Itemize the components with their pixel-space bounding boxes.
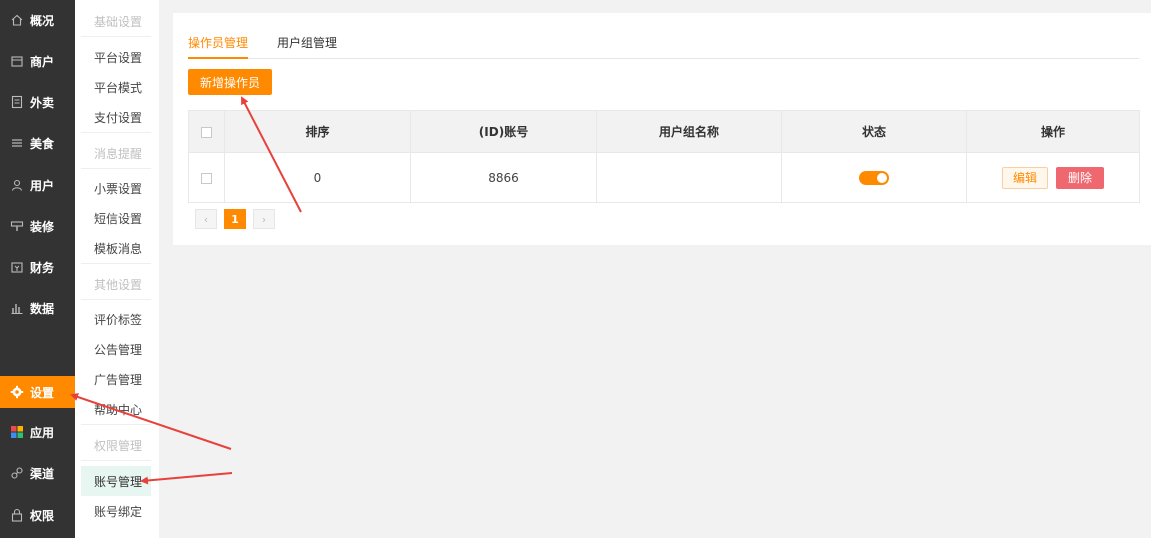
nav-item-label: 权限 (30, 508, 55, 523)
main-card: 操作员管理 用户组管理 新增操作员 排序 (ID)账号 用户组名称 状态 操作 … (173, 13, 1151, 245)
delete-button[interactable]: 删除 (1056, 166, 1104, 189)
home-icon (10, 13, 24, 27)
subnav-group-title: 其他设置 (94, 277, 143, 292)
wallet-icon (10, 260, 24, 274)
nav-item-permission[interactable]: 权限 (0, 499, 75, 531)
cell-status (781, 152, 967, 203)
cell-actions: 编辑 删除 (966, 152, 1140, 203)
subnav-item-announcement[interactable]: 公告管理 (81, 334, 151, 364)
subnav-item-platform-settings[interactable]: 平台设置 (81, 42, 151, 72)
nav-item-decorate[interactable]: 装修 (0, 210, 75, 242)
nav-item-user[interactable]: 用户 (0, 169, 75, 201)
status-toggle[interactable] (859, 170, 889, 185)
subnav-item-account-management[interactable]: 账号管理 (81, 466, 151, 496)
gear-icon (10, 385, 24, 399)
nav-item-overview[interactable]: 概况 (0, 4, 75, 36)
tab-bar: 操作员管理 用户组管理 (188, 32, 1139, 59)
subnav-group-title: 消息提醒 (94, 146, 143, 161)
divider (81, 299, 151, 300)
next-page-button[interactable]: › (253, 209, 275, 229)
main-nav: 概况 商户 外卖 美食 用户 装修 财务 数据 设置 应用 渠道 权限 (0, 0, 75, 538)
document-icon (10, 95, 24, 109)
nav-item-settings[interactable]: 设置 (0, 376, 75, 408)
nav-item-label: 概况 (30, 13, 55, 28)
subnav-item-sms-settings[interactable]: 短信设置 (81, 203, 151, 233)
subnav-item-receipt-settings[interactable]: 小票设置 (81, 173, 151, 203)
subnav-item-review-tags[interactable]: 评价标签 (81, 304, 151, 334)
bar-chart-icon (10, 301, 24, 315)
nav-item-label: 美食 (30, 136, 55, 151)
select-all-cell (188, 110, 225, 153)
nav-item-data[interactable]: 数据 (0, 292, 75, 324)
subnav-item-help-center[interactable]: 帮助中心 (81, 394, 151, 424)
divider (81, 36, 151, 37)
column-header-actions: 操作 (966, 110, 1140, 153)
tab-operator-management[interactable]: 操作员管理 (188, 35, 249, 59)
subnav-item-template-message[interactable]: 模板消息 (81, 233, 151, 263)
subnav-item-payment-settings[interactable]: 支付设置 (81, 102, 151, 132)
nav-item-label: 渠道 (30, 466, 55, 481)
user-icon (10, 178, 24, 192)
decorate-icon (10, 219, 24, 233)
cell-sort: 0 (224, 152, 411, 203)
nav-item-label: 装修 (30, 219, 55, 234)
lock-icon (10, 508, 24, 522)
subnav-group-title: 基础设置 (94, 14, 143, 29)
table-row: 0 8866 编辑 删除 (188, 152, 1140, 203)
subnav-group-title: 权限管理 (94, 438, 143, 453)
nav-item-food[interactable]: 美食 (0, 127, 75, 159)
menu-icon (10, 136, 24, 150)
row-select-cell (188, 152, 225, 203)
operator-table: 排序 (ID)账号 用户组名称 状态 操作 0 8866 编辑 删除 (188, 110, 1140, 203)
tab-user-group-management[interactable]: 用户组管理 (277, 35, 337, 57)
table-header-row: 排序 (ID)账号 用户组名称 状态 操作 (188, 110, 1140, 153)
divider (81, 424, 151, 425)
toggle-knob (877, 172, 887, 183)
nav-item-channel[interactable]: 渠道 (0, 457, 75, 489)
column-header-status[interactable]: 状态 (781, 110, 967, 153)
cell-group (596, 152, 782, 203)
nav-item-label: 用户 (30, 178, 55, 193)
store-icon (10, 54, 24, 68)
divider (81, 132, 151, 133)
link-icon (10, 466, 24, 480)
divider (81, 263, 151, 264)
add-operator-button[interactable]: 新增操作员 (188, 69, 272, 95)
row-checkbox[interactable] (201, 172, 212, 184)
divider (81, 460, 151, 461)
divider (81, 168, 151, 169)
column-header-group[interactable]: 用户组名称 (596, 110, 782, 153)
column-header-account[interactable]: (ID)账号 (410, 110, 597, 153)
nav-item-label: 财务 (30, 260, 55, 275)
subnav-item-platform-mode[interactable]: 平台模式 (81, 72, 151, 102)
column-header-sort[interactable]: 排序 (224, 110, 411, 153)
subnav-item-ads[interactable]: 广告管理 (81, 364, 151, 394)
nav-item-takeout[interactable]: 外卖 (0, 86, 75, 118)
settings-subnav: 基础设置 平台设置 平台模式 支付设置 消息提醒 小票设置 短信设置 模板消息 … (75, 0, 159, 538)
nav-item-label: 设置 (30, 385, 55, 400)
nav-item-merchant[interactable]: 商户 (0, 45, 75, 77)
subnav-item-account-binding[interactable]: 账号绑定 (81, 496, 151, 526)
nav-item-label: 数据 (30, 301, 55, 316)
page-1-button[interactable]: 1 (224, 209, 246, 229)
nav-item-finance[interactable]: 财务 (0, 251, 75, 283)
nav-item-label: 商户 (30, 54, 55, 69)
edit-button[interactable]: 编辑 (1002, 166, 1048, 189)
apps-icon (10, 425, 24, 439)
pagination: ‹ 1 › (195, 209, 282, 229)
select-all-checkbox[interactable] (201, 126, 212, 138)
cell-account: 8866 (410, 152, 597, 203)
nav-item-label: 外卖 (30, 95, 55, 110)
prev-page-button[interactable]: ‹ (195, 209, 217, 229)
nav-item-label: 应用 (30, 425, 55, 440)
nav-item-apps[interactable]: 应用 (0, 416, 75, 448)
